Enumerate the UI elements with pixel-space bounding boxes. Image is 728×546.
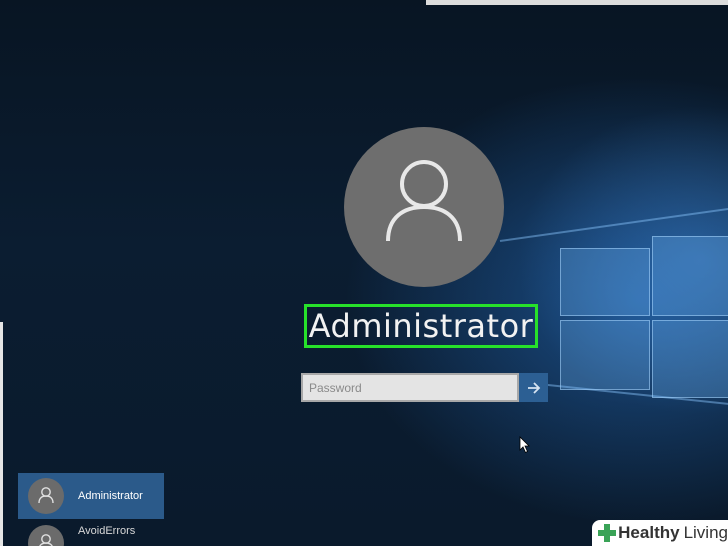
arrow-right-icon [527, 381, 540, 394]
user-avatar-small [28, 525, 64, 546]
user-icon [39, 534, 53, 546]
user-switcher-list: Administrator AvoidErrors [18, 473, 164, 546]
username-label: Administrator [308, 307, 534, 345]
left-edge-strip [0, 322, 3, 546]
user-item-avoiderrors[interactable]: AvoidErrors [18, 519, 164, 546]
user-item-administrator[interactable]: Administrator [18, 473, 164, 519]
user-item-label: Administrator [78, 490, 143, 502]
submit-button[interactable] [519, 373, 548, 402]
watermark-text-2: Living [683, 523, 728, 542]
plus-icon [598, 524, 617, 542]
user-avatar-small [28, 478, 64, 514]
username-highlight: Administrator [304, 304, 538, 348]
watermark-logo: Healthy Living [592, 520, 728, 546]
windows-logo-background [499, 200, 728, 408]
mouse-cursor-icon [519, 436, 530, 454]
password-row [301, 373, 548, 402]
user-avatar-large [344, 127, 504, 287]
watermark-text-1: Healthy [618, 523, 680, 542]
password-field[interactable] [301, 373, 519, 402]
user-icon [38, 487, 54, 504]
lock-screen: Administrator Administrator AvoidErrors … [0, 0, 728, 546]
top-edge-bar [426, 0, 728, 5]
user-item-label: AvoidErrors [78, 525, 136, 537]
user-icon [386, 160, 462, 242]
